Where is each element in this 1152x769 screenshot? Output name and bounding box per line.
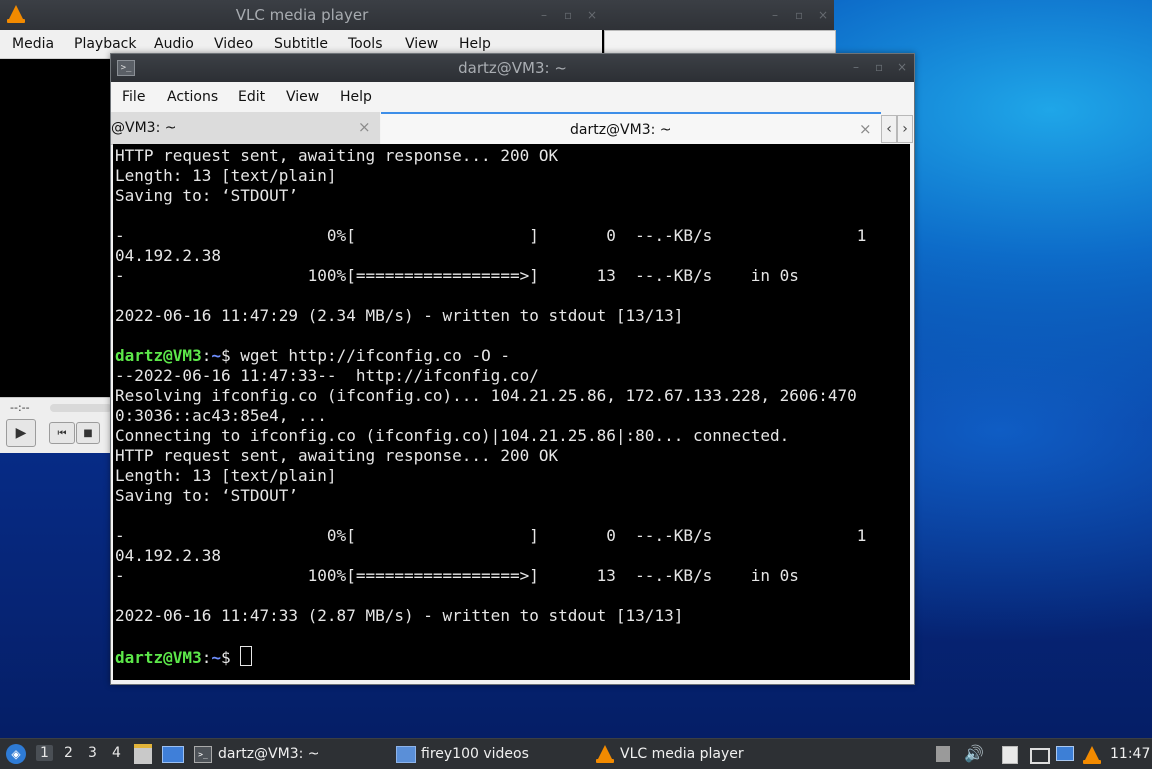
vlc-icon [596,744,614,764]
previous-icon: ⏮ [57,427,67,439]
workspace-1[interactable]: 1 [36,745,53,761]
folder-icon [396,745,416,763]
menu-help[interactable]: Help [340,89,372,105]
tab-bar: @VM3: ~ × dartz@VM3: ~ × ‹ › [111,112,914,146]
menu-subtitle[interactable]: Subtitle [274,36,328,52]
vlc-tray-icon[interactable] [1082,746,1102,764]
task-label: firey100 videos [421,746,529,762]
workspace-4[interactable]: 4 [112,745,121,761]
terminal-titlebar[interactable]: >_ dartz@VM3: ~ – ▫ × [111,54,914,82]
close-icon[interactable]: × [897,60,907,74]
desktop-icon [162,745,184,763]
menu-file[interactable]: File [122,89,145,105]
menu-media[interactable]: Media [12,36,54,52]
file-manager-launcher[interactable] [134,739,152,769]
menu-help[interactable]: Help [459,36,491,52]
menu-edit[interactable]: Edit [238,89,265,105]
command-line: $ wget http://ifconfig.co -O - [220,346,510,365]
start-menu-button[interactable]: ◈ [6,739,26,769]
prompt-path: ~ [211,648,221,667]
close-icon[interactable]: × [587,8,597,22]
tab-1[interactable]: @VM3: ~ × [111,112,380,145]
display-icon[interactable] [1056,746,1074,762]
task-terminal[interactable]: >_ dartz@VM3: ~ [194,739,320,769]
maximize-icon[interactable]: ▫ [795,8,803,22]
prompt-user: dartz@VM3 [115,648,202,667]
maximize-icon[interactable]: ▫ [875,60,883,74]
menu-view[interactable]: View [286,89,319,105]
prompt-path: ~ [211,346,221,365]
terminal-menubar: File Actions Edit View Help [111,82,914,112]
task-file-manager[interactable]: firey100 videos [396,739,529,769]
play-button[interactable]: ▶ [6,419,36,447]
task-label: dartz@VM3: ~ [218,746,320,762]
volume-icon[interactable]: 🔊 [964,746,984,762]
close-tab-icon[interactable]: × [358,118,371,136]
text-cursor [240,646,253,666]
workspace-2[interactable]: 2 [64,745,73,761]
minimize-icon[interactable]: – [541,8,547,22]
prompt-user: dartz@VM3 [115,346,202,365]
play-icon: ▶ [15,425,27,441]
maximize-icon[interactable]: ▫ [564,8,572,22]
file-manager-icon [134,744,152,764]
menu-tools[interactable]: Tools [348,36,383,52]
scroll-tabs-left-button[interactable]: ‹ [881,115,897,143]
stop-button[interactable]: ■ [76,422,100,444]
stop-icon: ■ [83,427,93,439]
terminal-output[interactable]: HTTP request sent, awaiting response... … [113,144,910,680]
vlc-controls: --:-- ▶ ⏮ ■ [0,397,112,453]
tab-2[interactable]: dartz@VM3: ~ × [381,112,881,146]
workspace-3[interactable]: 3 [88,745,97,761]
close-tab-icon[interactable]: × [859,120,872,138]
previous-button[interactable]: ⏮ [49,422,75,444]
menu-actions[interactable]: Actions [167,89,218,105]
tab-label: @VM3: ~ [111,120,177,136]
minimize-icon[interactable]: – [772,8,778,22]
updates-icon[interactable] [936,746,952,762]
scroll-tabs-right-button[interactable]: › [897,115,913,143]
output-block-1: HTTP request sent, awaiting response... … [115,146,867,325]
vlc-titlebar[interactable]: VLC media player – ▫ × – ▫ × [0,0,834,30]
show-desktop-button[interactable] [162,739,184,769]
menu-playback[interactable]: Playback [74,36,136,52]
task-label: VLC media player [620,746,744,762]
output-block-2: --2022-06-16 11:47:33-- http://ifconfig.… [115,366,867,625]
clipboard-icon[interactable] [1002,746,1018,764]
close-icon[interactable]: × [818,8,828,22]
tab-label: dartz@VM3: ~ [570,122,672,138]
task-vlc[interactable]: VLC media player [596,739,744,769]
vlc-title: VLC media player [235,6,369,24]
terminal-title: dartz@VM3: ~ [458,59,567,77]
terminal-window: >_ dartz@VM3: ~ – ▫ × File Actions Edit … [110,53,915,685]
menu-view[interactable]: View [405,36,438,52]
menu-audio[interactable]: Audio [154,36,194,52]
clock[interactable]: 11:47 [1110,739,1150,769]
start-menu-icon: ◈ [6,744,26,764]
chevron-right-icon: › [902,121,908,137]
minimize-icon[interactable]: – [853,60,859,74]
terminal-icon: >_ [194,745,212,763]
menu-video[interactable]: Video [214,36,253,52]
prompt-tail: $ [220,648,241,667]
seek-bar[interactable] [50,404,112,412]
taskbar: ◈ 1 2 3 4 >_ dartz@VM3: ~ firey100 video… [0,738,1152,769]
network-icon[interactable] [1030,746,1050,764]
chevron-left-icon: ‹ [886,121,892,137]
elapsed-time: --:-- [10,401,30,414]
